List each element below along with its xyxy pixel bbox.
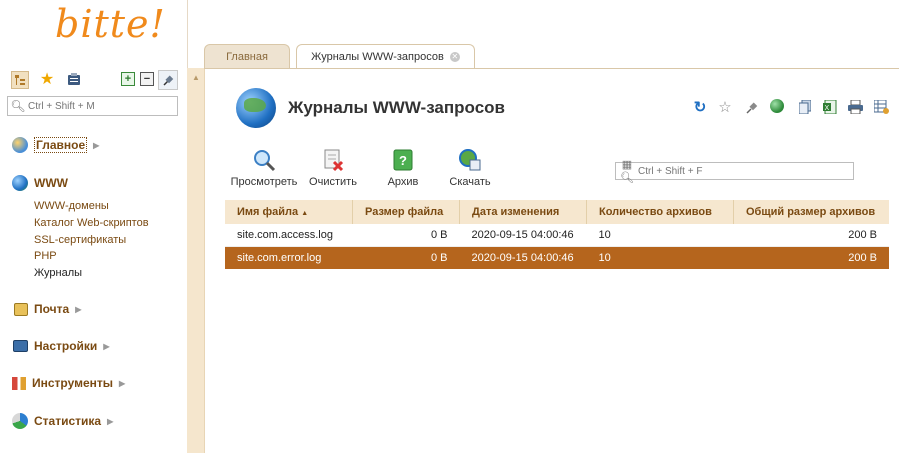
- tools-icon: [12, 376, 26, 390]
- cell-archives: 10: [586, 224, 734, 247]
- sidebar-section-label: Настройки: [34, 339, 98, 353]
- cell-filename: site.com.error.log: [225, 246, 353, 269]
- table-row[interactable]: site.com.access.log 0 B 2020-09-15 04:00…: [225, 224, 889, 247]
- sidebar-section-label: Главное: [34, 137, 88, 153]
- home-globe-icon: [12, 137, 28, 153]
- column-label: Общий размер архивов: [746, 206, 876, 218]
- sidebar-search-input[interactable]: [28, 100, 173, 112]
- tab-bar-divider: [204, 68, 899, 69]
- sidebar-search[interactable]: 🔍︎: [7, 96, 178, 116]
- svg-text:?: ?: [399, 153, 407, 168]
- refresh-icon[interactable]: ↻: [692, 99, 708, 116]
- column-header-filename[interactable]: Имя файла ▲: [225, 200, 353, 224]
- pie-chart-icon: [12, 413, 28, 429]
- mail-icon: [14, 302, 28, 316]
- sidebar-collapse-strip[interactable]: ▲: [187, 68, 205, 453]
- web-globe-icon[interactable]: [770, 99, 784, 113]
- sidebar-section-label: Почта: [34, 302, 70, 316]
- sidebar-section-label: WWW: [34, 176, 68, 190]
- action-label: Очистить: [309, 176, 357, 188]
- table-header-row: Имя файла ▲ Размер файла Дата изменения …: [225, 200, 889, 224]
- sidebar-item-php[interactable]: PHP: [34, 250, 57, 262]
- clipboard-icon[interactable]: [66, 71, 82, 87]
- chevron-right-icon: ▶: [103, 341, 110, 351]
- magnifier-icon: [252, 148, 276, 172]
- sidebar-section-label: Инструменты: [32, 376, 114, 390]
- pin-icon[interactable]: [158, 70, 178, 90]
- column-label: Количество архивов: [599, 206, 712, 218]
- download-button[interactable]: Скачать: [447, 148, 493, 188]
- column-header-modified[interactable]: Дата изменения: [459, 200, 587, 224]
- collapse-all-icon[interactable]: −: [140, 72, 154, 86]
- collapse-arrow-icon: ▲: [192, 73, 200, 82]
- expand-all-icon[interactable]: +: [121, 72, 135, 86]
- favorite-star-icon[interactable]: ☆: [717, 99, 733, 116]
- print-icon[interactable]: [847, 99, 863, 115]
- copy-document-icon[interactable]: [797, 99, 813, 115]
- download-globe-icon: [458, 148, 482, 172]
- cell-modified: 2020-09-15 04:00:46: [459, 246, 587, 269]
- cell-size: 0 B: [352, 224, 460, 247]
- archive-button[interactable]: ? Архив: [383, 148, 423, 188]
- column-header-size[interactable]: Размер файла: [352, 200, 460, 224]
- sidebar-section-www[interactable]: WWW: [12, 175, 68, 191]
- sidebar-section-main[interactable]: Главное ▶: [12, 137, 99, 153]
- sidebar-item-ssl[interactable]: SSL-сертификаты: [34, 234, 126, 246]
- cell-archives-size: 200 B: [733, 246, 889, 269]
- sidebar-section-stats[interactable]: Статистика ▶: [12, 413, 113, 429]
- tab-label: Главная: [226, 50, 268, 63]
- search-icon: 🔍︎: [10, 99, 26, 113]
- sidebar-section-settings[interactable]: Настройки ▶: [12, 339, 109, 353]
- sort-asc-icon: ▲: [301, 210, 309, 217]
- sidebar-section-tools[interactable]: Инструменты ▶: [12, 376, 125, 390]
- grid-search-icon: ▦🔍︎: [620, 159, 634, 184]
- tab-label: Журналы WWW-запросов: [311, 51, 444, 63]
- cell-filename: site.com.access.log: [225, 224, 353, 247]
- favorites-star-icon[interactable]: ★: [39, 71, 55, 88]
- app-logo: bitte!: [55, 2, 166, 46]
- column-header-archives-size[interactable]: Общий размер архивов: [733, 200, 889, 224]
- logs-table: Имя файла ▲ Размер файла Дата изменения …: [225, 200, 889, 269]
- action-label: Архив: [387, 176, 419, 188]
- chevron-right-icon: ▶: [119, 378, 126, 388]
- tab-www-logs[interactable]: Журналы WWW-запросов ✕: [296, 44, 475, 69]
- cell-archives-size: 200 B: [733, 224, 889, 247]
- globe-icon: [236, 88, 276, 128]
- cell-modified: 2020-09-15 04:00:46: [459, 224, 587, 247]
- clear-document-icon: [321, 148, 345, 172]
- column-header-archives[interactable]: Количество архивов: [586, 200, 734, 224]
- column-label: Дата изменения: [472, 206, 560, 218]
- column-label: Имя файла: [237, 206, 299, 218]
- tree-view-icon[interactable]: [11, 71, 29, 89]
- sidebar-item-logs[interactable]: Журналы: [34, 267, 82, 279]
- settings-monitor-icon: [13, 340, 28, 352]
- sidebar-item-web-scripts[interactable]: Каталог Web-скриптов: [34, 217, 149, 229]
- page-title: Журналы WWW-запросов: [288, 98, 505, 117]
- chevron-right-icon: ▶: [93, 140, 100, 150]
- grid-search[interactable]: ▦🔍︎: [615, 159, 854, 184]
- view-button[interactable]: Просмотреть: [228, 148, 300, 188]
- svg-text:X: X: [825, 105, 830, 112]
- sidebar-item-www-domains[interactable]: WWW-домены: [34, 200, 109, 212]
- cell-size: 0 B: [352, 246, 460, 269]
- chevron-right-icon: ▶: [107, 416, 114, 426]
- clear-button[interactable]: Очистить: [306, 148, 360, 188]
- close-tab-icon[interactable]: ✕: [449, 52, 460, 62]
- archive-icon: ?: [391, 148, 415, 172]
- column-label: Размер файла: [365, 206, 444, 218]
- table-settings-icon[interactable]: [873, 99, 889, 115]
- cell-archives: 10: [586, 246, 734, 269]
- export-excel-icon[interactable]: X: [822, 99, 838, 115]
- pin-icon[interactable]: [743, 99, 759, 115]
- sidebar-section-mail[interactable]: Почта ▶: [12, 302, 81, 316]
- sidebar-section-label: Статистика: [34, 414, 102, 428]
- sidebar: bitte! ★ + − 🔍︎ Главное ▶ WWW WWW-домены…: [0, 0, 188, 453]
- action-label: Просмотреть: [230, 176, 298, 188]
- grid-search-input[interactable]: [638, 165, 848, 177]
- table-row-selected[interactable]: site.com.error.log 0 B 2020-09-15 04:00:…: [225, 246, 889, 269]
- chevron-right-icon: ▶: [75, 304, 82, 314]
- tab-home[interactable]: Главная: [204, 44, 290, 68]
- globe-icon: [12, 175, 28, 191]
- action-label: Скачать: [449, 176, 491, 188]
